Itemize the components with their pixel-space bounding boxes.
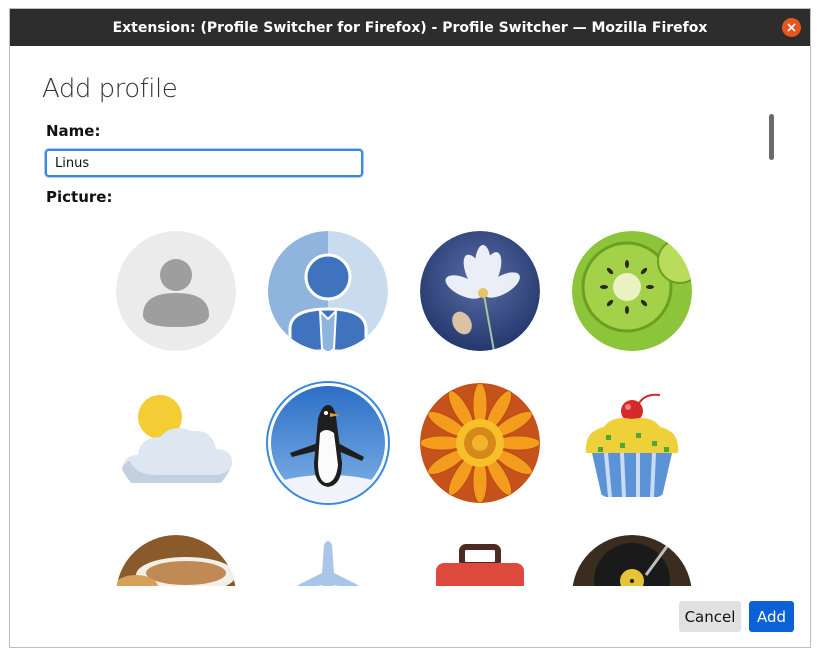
vinyl-record-icon — [572, 535, 692, 586]
name-input[interactable] — [45, 149, 363, 177]
picture-sun-cloud[interactable] — [116, 383, 236, 503]
close-button[interactable] — [782, 18, 801, 37]
picture-scrollbar[interactable] — [768, 114, 776, 584]
title-bar: Extension: (Profile Switcher for Firefox… — [10, 9, 810, 46]
picture-kiwi[interactable] — [572, 231, 692, 351]
kiwi-icon — [572, 231, 692, 351]
picture-cupcake[interactable] — [572, 383, 692, 503]
picture-penguin[interactable] — [266, 381, 390, 505]
close-icon — [787, 23, 796, 32]
picture-business-person[interactable] — [268, 231, 388, 351]
default-person-icon — [116, 231, 236, 351]
flower-icon — [420, 231, 540, 351]
picture-label: Picture: — [46, 188, 113, 206]
toolbox-icon — [436, 544, 524, 586]
business-person-icon — [268, 231, 388, 351]
cancel-button[interactable]: Cancel — [679, 601, 741, 632]
picture-orange-flower[interactable] — [420, 383, 540, 503]
name-label: Name: — [46, 122, 101, 140]
window-title: Extension: (Profile Switcher for Firefox… — [112, 20, 708, 36]
page-title: Add profile — [42, 74, 178, 104]
sun-cloud-icon — [121, 395, 233, 483]
picture-vinyl-record[interactable] — [572, 535, 692, 586]
scrollbar-thumb[interactable] — [769, 114, 774, 160]
picture-flower[interactable] — [420, 231, 540, 351]
coffee-icon — [116, 535, 236, 586]
picture-coffee[interactable] — [116, 535, 236, 586]
picture-airplane[interactable] — [268, 535, 388, 586]
dialog-content: Add profile Name: Picture: — [10, 46, 810, 647]
cupcake-icon — [585, 393, 679, 498]
picture-toolbox[interactable] — [420, 535, 540, 586]
airplane-icon — [298, 541, 358, 586]
extension-window: Extension: (Profile Switcher for Firefox… — [9, 8, 811, 648]
penguin-icon — [268, 386, 388, 503]
picture-grid — [10, 218, 770, 586]
orange-flower-icon — [420, 383, 540, 503]
picture-default-person[interactable] — [116, 231, 236, 351]
add-button[interactable]: Add — [749, 601, 794, 632]
